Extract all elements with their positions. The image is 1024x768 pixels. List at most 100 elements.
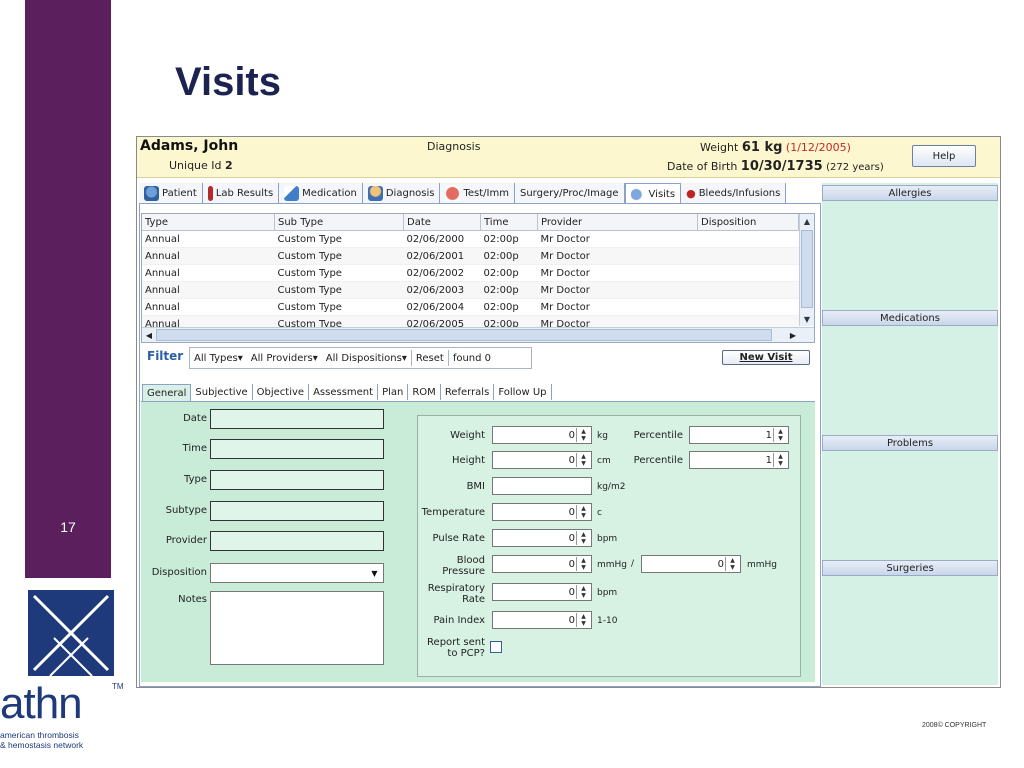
help-button[interactable]: Help bbox=[912, 145, 976, 167]
tab-diagnosis[interactable]: Diagnosis bbox=[362, 183, 441, 203]
column-header-date[interactable]: Date bbox=[403, 214, 481, 231]
date-field[interactable] bbox=[210, 409, 384, 429]
sub-tab-rom[interactable]: ROM bbox=[408, 384, 441, 400]
tab-medication[interactable]: Medication bbox=[279, 183, 363, 203]
temperature-label: Temperature bbox=[421, 507, 485, 518]
sub-tab-subjective[interactable]: Subjective bbox=[191, 384, 253, 400]
bp-systolic-stepper[interactable]: 0 ▲ ▼ bbox=[492, 555, 592, 573]
spin-icon[interactable]: ▲ ▼ bbox=[576, 585, 590, 599]
provider-label: Provider bbox=[165, 535, 207, 546]
medications-header: Medications bbox=[822, 310, 998, 326]
tab-lab-results[interactable]: Lab Results bbox=[202, 183, 280, 203]
table-row[interactable]: Annual Custom Type 02/06/2001 02:00p Mr … bbox=[142, 247, 799, 265]
height-stepper[interactable]: 0 ▲ ▼ bbox=[492, 451, 592, 469]
chevron-down-icon[interactable]: ▼ bbox=[368, 567, 381, 580]
patient-name: Adams, John bbox=[140, 138, 239, 154]
temperature-stepper[interactable]: 0 ▲ ▼ bbox=[492, 503, 592, 521]
tab-label: Patient bbox=[162, 187, 197, 199]
logo-word: athn bbox=[0, 679, 83, 728]
scroll-right-icon[interactable]: ▶ bbox=[786, 328, 800, 342]
filter-reset-link[interactable]: Reset bbox=[412, 353, 448, 364]
notes-textarea[interactable] bbox=[210, 591, 384, 665]
column-header-subtype[interactable]: Sub Type bbox=[274, 214, 404, 231]
table-row[interactable]: Annual Custom Type 02/06/2000 02:00p Mr … bbox=[142, 230, 799, 248]
blood-pressure-label: Blood Pressure bbox=[419, 555, 485, 577]
sub-tab-referrals[interactable]: Referrals bbox=[440, 384, 495, 400]
filter-providers-dropdown[interactable]: All Providers▾ bbox=[247, 353, 322, 364]
tab-label: Surgery/Proc/Image bbox=[519, 187, 619, 199]
vertical-scroll-thumb[interactable] bbox=[801, 230, 813, 308]
weight-stepper-value: 0 bbox=[568, 430, 575, 441]
cell-type: Annual bbox=[142, 230, 275, 248]
bmi-unit: kg/m2 bbox=[597, 482, 626, 492]
pulse-value: 0 bbox=[568, 533, 575, 544]
pulse-unit: bpm bbox=[597, 534, 618, 544]
new-visit-button[interactable]: New Visit bbox=[722, 350, 810, 365]
right-side-panel: Allergies Medications Problems Surgeries bbox=[822, 183, 998, 685]
spin-icon[interactable]: ▲ ▼ bbox=[576, 453, 590, 467]
tab-surgery-proc-image[interactable]: Surgery/Proc/Image bbox=[514, 183, 625, 203]
sub-tab-plan[interactable]: Plan bbox=[378, 384, 409, 400]
tab-bleeds-infusions[interactable]: ● Bleeds/Infusions bbox=[681, 183, 787, 203]
type-field[interactable] bbox=[210, 470, 384, 490]
spin-icon[interactable]: ▲ ▼ bbox=[576, 531, 590, 545]
spin-icon[interactable]: ▲ ▼ bbox=[576, 613, 590, 627]
spin-icon[interactable]: ▲ ▼ bbox=[725, 557, 739, 571]
subtype-field[interactable] bbox=[210, 501, 384, 521]
pain-index-label: Pain Index bbox=[433, 615, 485, 626]
filter-types-dropdown[interactable]: All Types▾ bbox=[190, 353, 247, 364]
table-row[interactable]: Annual Custom Type 02/06/2002 02:00p Mr … bbox=[142, 264, 799, 282]
column-header-type[interactable]: Type bbox=[142, 214, 275, 231]
report-label-line1: Report sent bbox=[427, 637, 485, 648]
respiratory-rate-stepper[interactable]: 0 ▲ ▼ bbox=[492, 583, 592, 601]
filter-dispositions-dropdown[interactable]: All Dispositions▾ bbox=[322, 353, 411, 364]
resp-unit: bpm bbox=[597, 588, 618, 598]
weight-percentile-label: Percentile bbox=[633, 430, 683, 441]
pulse-stepper[interactable]: 0 ▲ ▼ bbox=[492, 529, 592, 547]
cell-disposition bbox=[697, 264, 799, 282]
tab-label: Lab Results bbox=[215, 187, 274, 199]
visits-table: Type Sub Type Date Time Provider Disposi… bbox=[142, 214, 799, 333]
disposition-label: Disposition bbox=[151, 567, 207, 578]
height-percentile-stepper[interactable]: 1 ▲ ▼ bbox=[689, 451, 789, 469]
temperature-value: 0 bbox=[568, 507, 575, 518]
spin-icon[interactable]: ▲ ▼ bbox=[576, 505, 590, 519]
sub-tab-objective[interactable]: Objective bbox=[252, 384, 310, 400]
vertical-scrollbar[interactable]: ▲ ▼ bbox=[799, 214, 814, 326]
pain-index-stepper[interactable]: 0 ▲ ▼ bbox=[492, 611, 592, 629]
scroll-down-icon[interactable]: ▼ bbox=[800, 312, 814, 326]
spin-icon[interactable]: ▲ ▼ bbox=[576, 557, 590, 571]
column-header-disposition[interactable]: Disposition bbox=[697, 214, 799, 231]
spin-icon[interactable]: ▲ ▼ bbox=[773, 428, 787, 442]
tab-test-imm[interactable]: Test/Imm bbox=[440, 183, 515, 203]
disposition-select[interactable]: ▼ bbox=[210, 563, 384, 583]
visits-icon bbox=[630, 186, 646, 202]
report-sent-checkbox[interactable] bbox=[490, 641, 502, 653]
table-row[interactable]: Annual Custom Type 02/06/2003 02:00p Mr … bbox=[142, 281, 799, 299]
scroll-left-icon[interactable]: ◀ bbox=[142, 328, 156, 342]
column-header-provider[interactable]: Provider bbox=[537, 214, 698, 231]
sub-tab-follow-up[interactable]: Follow Up bbox=[494, 384, 552, 400]
tab-patient[interactable]: Patient bbox=[139, 183, 203, 203]
spin-icon[interactable]: ▲ ▼ bbox=[773, 453, 787, 467]
cell-provider: Mr Doctor bbox=[537, 247, 698, 265]
horizontal-scroll-thumb[interactable] bbox=[156, 329, 772, 341]
cell-subtype: Custom Type bbox=[274, 247, 404, 265]
time-field[interactable] bbox=[210, 439, 384, 459]
column-header-time[interactable]: Time bbox=[480, 214, 538, 231]
horizontal-scrollbar[interactable]: ◀ ▶ bbox=[142, 327, 814, 342]
spin-icon[interactable]: ▲ ▼ bbox=[576, 428, 590, 442]
bp-diastolic-stepper[interactable]: 0 ▲ ▼ bbox=[641, 555, 741, 573]
sub-tab-general[interactable]: General bbox=[142, 384, 192, 401]
sub-tab-assessment[interactable]: Assessment bbox=[309, 384, 379, 400]
unique-id-label: Unique Id bbox=[169, 159, 222, 172]
report-label-line2: to PCP? bbox=[447, 648, 485, 659]
weight-percentile-stepper[interactable]: 1 ▲ ▼ bbox=[689, 426, 789, 444]
table-row[interactable]: Annual Custom Type 02/06/2004 02:00p Mr … bbox=[142, 298, 799, 316]
bp-separator: / bbox=[631, 559, 635, 569]
provider-field[interactable] bbox=[210, 531, 384, 551]
main-tabs: Patient Lab Results Medication Diagnosis… bbox=[139, 183, 787, 205]
tab-visits[interactable]: Visits bbox=[624, 183, 682, 204]
scroll-up-icon[interactable]: ▲ bbox=[800, 214, 814, 228]
weight-stepper[interactable]: 0 ▲ ▼ bbox=[492, 426, 592, 444]
